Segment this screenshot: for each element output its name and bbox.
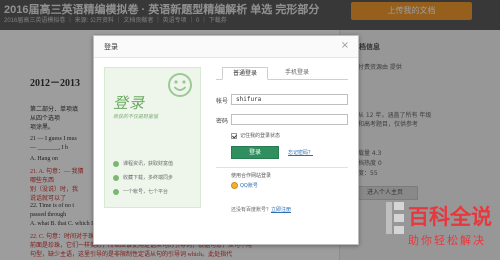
promo-feature: 收藏下载，多终端同步: [113, 174, 173, 184]
promo-panel: 登录 收获的不仅是财富值 课程资讯，获取财富值 收藏下载，多终端同步 一个帐号，…: [104, 67, 201, 208]
forgot-password-link[interactable]: 忘记密码？: [288, 149, 313, 156]
watermark-title: 百科全说: [408, 205, 492, 229]
remember-label: 记住我的登录状态: [240, 133, 281, 139]
register-line: 还没有百度账号？立即注册: [231, 206, 291, 213]
tab-normal-login[interactable]: 普通登录: [222, 67, 268, 80]
promo-feature: 一个帐号，七个平台: [113, 188, 168, 198]
username-label: 帐号: [216, 98, 229, 105]
promo-slogan: 收获的不仅是财富值: [113, 114, 159, 120]
feature-bullet-icon: [113, 174, 119, 181]
register-prompt: 还没有百度账号？: [231, 207, 272, 213]
login-dialog: 登录 × 登录 收获的不仅是财富值 课程资讯，获取财富值 收藏下载，多终端同步 …: [93, 35, 359, 245]
close-icon[interactable]: ×: [339, 40, 351, 52]
register-link[interactable]: 立即注册: [271, 207, 291, 213]
password-label: 密码: [216, 118, 229, 125]
divider: [216, 167, 348, 168]
watermark-logo-icon: [386, 202, 404, 234]
password-input[interactable]: [231, 114, 348, 125]
smiley-icon: [168, 73, 192, 97]
partner-login-label: 使用合作网站登录: [231, 173, 272, 179]
login-tabs: 普通登录 手机登录: [216, 67, 348, 80]
dialog-header: 登录 ×: [94, 36, 358, 58]
tab-phone-login[interactable]: 手机登录: [274, 67, 320, 80]
dialog-title: 登录: [104, 43, 118, 51]
remember-checkbox[interactable]: [231, 132, 237, 139]
username-input[interactable]: shifura: [231, 94, 348, 105]
watermark-subtitle: 助你轻松解决: [408, 234, 486, 247]
watermark: 百科全说 助你轻松解决: [384, 200, 496, 258]
feature-bullet-icon: [113, 160, 119, 167]
qq-icon: [231, 182, 238, 189]
promo-feature: 课程资讯，获取财富值: [113, 160, 173, 170]
remember-me[interactable]: 记住我的登录状态: [231, 132, 280, 140]
feature-bullet-icon: [113, 188, 119, 195]
qq-login-link[interactable]: QQ账号: [231, 182, 258, 191]
promo-brand: 登录: [113, 94, 146, 112]
login-button[interactable]: 登录: [231, 146, 279, 159]
